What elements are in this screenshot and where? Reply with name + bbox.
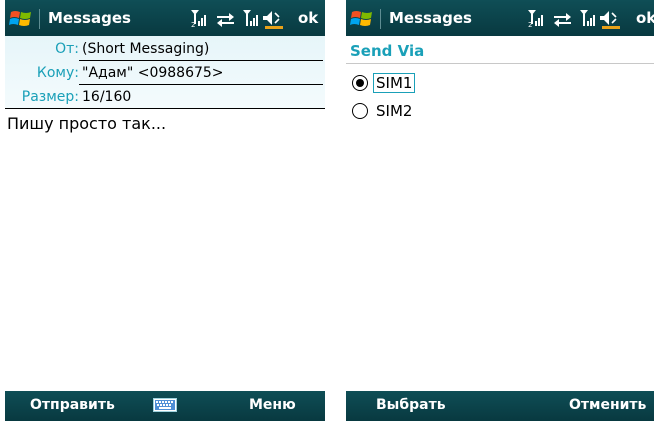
svg-text:2: 2 bbox=[191, 21, 195, 29]
menu-softkey[interactable]: Меню bbox=[249, 397, 296, 413]
section-divider bbox=[346, 63, 654, 64]
status-icons: 2 bbox=[528, 10, 620, 29]
send-via-title: Send Via bbox=[350, 42, 425, 60]
cancel-softkey[interactable]: Отменить bbox=[569, 397, 646, 413]
app-title: Messages bbox=[48, 9, 131, 27]
ok-button[interactable]: ok bbox=[298, 9, 318, 27]
from-label: От: bbox=[55, 41, 79, 57]
sim2-radio[interactable] bbox=[352, 103, 368, 119]
signal-sim1-icon bbox=[580, 10, 595, 26]
volume-icon bbox=[600, 11, 620, 29]
softkey-bar: Отправить Меню bbox=[5, 391, 325, 421]
app-title: Messages bbox=[389, 9, 472, 27]
data-transfer-icon bbox=[217, 13, 234, 27]
size-row: Размер: 16/160 bbox=[5, 86, 325, 110]
compose-message-screen: Messages 2 ok От: (Short Messaging) Кому… bbox=[5, 0, 325, 421]
sim1-radio[interactable] bbox=[352, 75, 368, 91]
signal-sim1-icon bbox=[243, 10, 258, 26]
data-transfer-icon bbox=[554, 13, 571, 27]
sim2-label[interactable]: SIM2 bbox=[374, 102, 414, 120]
ok-button[interactable]: ok bbox=[636, 9, 654, 27]
title-separator bbox=[39, 9, 40, 29]
sim1-label[interactable]: SIM1 bbox=[373, 73, 416, 93]
send-via-screen: Messages 2 ok Send Via SIM1 SIM2 Выбрать… bbox=[346, 0, 654, 421]
keyboard-icon[interactable] bbox=[153, 398, 177, 412]
size-value: 16/160 bbox=[82, 89, 132, 105]
svg-text:2: 2 bbox=[528, 21, 532, 29]
volume-icon bbox=[263, 11, 283, 29]
to-label: Кому: bbox=[36, 65, 79, 81]
signal-sim2-icon: 2 bbox=[191, 10, 206, 29]
from-row: От: (Short Messaging) bbox=[5, 38, 325, 62]
status-icons: 2 bbox=[191, 10, 283, 29]
to-field[interactable]: "Адам" <0988675> bbox=[82, 65, 224, 81]
softkey-bar: Выбрать Отменить bbox=[346, 391, 654, 421]
select-softkey[interactable]: Выбрать bbox=[376, 397, 446, 413]
windows-start-icon[interactable] bbox=[350, 8, 374, 29]
send-softkey[interactable]: Отправить bbox=[30, 397, 115, 413]
windows-start-icon[interactable] bbox=[9, 8, 33, 29]
from-underline bbox=[79, 60, 323, 61]
signal-sim2-icon: 2 bbox=[528, 10, 543, 29]
to-row: Кому: "Адам" <0988675> bbox=[5, 62, 325, 86]
title-separator bbox=[380, 9, 381, 29]
from-field[interactable]: (Short Messaging) bbox=[82, 41, 209, 57]
header-divider bbox=[5, 108, 325, 109]
size-label: Размер: bbox=[21, 89, 79, 105]
message-body[interactable]: Пишу просто так... bbox=[7, 114, 166, 133]
to-underline bbox=[79, 84, 323, 85]
title-bar: Messages 2 ok bbox=[346, 0, 654, 36]
title-bar: Messages 2 ok bbox=[5, 0, 325, 36]
